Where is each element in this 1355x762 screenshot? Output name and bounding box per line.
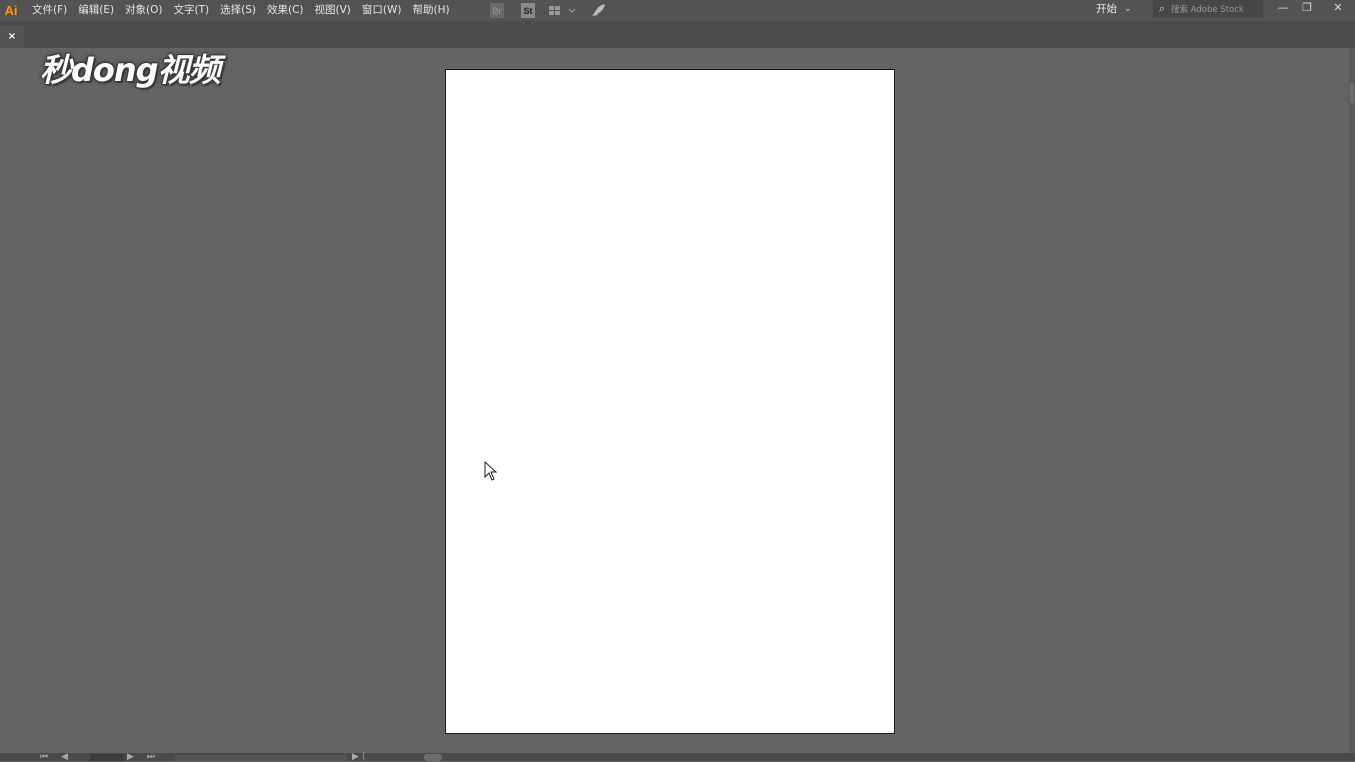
status-bar: ⏮ ◀ ▶ ⏭ ▶ ⟨ — [0, 753, 1355, 762]
horizontal-scrollbar-thumb[interactable] — [424, 754, 442, 761]
menu-edit[interactable]: 编辑(E) — [75, 0, 120, 21]
bridge-button[interactable]: Br — [490, 3, 504, 18]
status-info-field[interactable] — [175, 755, 347, 761]
stock-search-field[interactable]: ⌕ 搜索 Adobe Stock — [1153, 0, 1263, 17]
menu-file[interactable]: 文件(F) — [29, 0, 73, 21]
watermark-logo: 秒dong视频 — [40, 51, 221, 89]
artboard[interactable] — [445, 69, 895, 734]
minimize-button[interactable]: — — [1273, 0, 1293, 14]
vertical-scrollbar[interactable] — [1349, 48, 1355, 753]
document-tab-bar: × — [0, 21, 1355, 48]
search-icon: ⌕ — [1158, 1, 1166, 15]
arrange-documents-icon[interactable] — [548, 3, 576, 18]
document-tab-close-button[interactable]: × — [0, 25, 24, 48]
vertical-scrollbar-thumb[interactable] — [1350, 83, 1354, 103]
menu-help[interactable]: 帮助(H) — [410, 0, 456, 21]
menu-view[interactable]: 视图(V) — [312, 0, 357, 21]
menu-bar: Ai 文件(F) 编辑(E) 对象(O) 文字(T) 选择(S) 效果(C) 视… — [0, 0, 1355, 21]
menu-type[interactable]: 文字(T) — [171, 0, 216, 21]
close-button[interactable]: ✕ — [1328, 0, 1348, 14]
app-logo: Ai — [4, 3, 18, 18]
menu-list: 文件(F) 编辑(E) 对象(O) 文字(T) 选择(S) 效果(C) 视图(V… — [29, 0, 458, 21]
search-placeholder: 搜索 Adobe Stock — [1171, 4, 1244, 15]
artboard-prev-nav[interactable]: ⏮ ◀ — [40, 753, 73, 762]
menu-window[interactable]: 窗口(W) — [359, 0, 408, 21]
restore-button[interactable]: ❐ — [1297, 0, 1317, 14]
mouse-cursor-icon — [484, 461, 498, 481]
status-play-icon[interactable]: ▶ ⟨ — [352, 753, 365, 762]
workspace-switcher[interactable]: 开始 ⌄ — [1096, 0, 1132, 17]
menu-object[interactable]: 对象(O) — [122, 0, 168, 21]
artboard-next-nav[interactable]: ▶ ⏭ — [127, 753, 160, 762]
menu-effect[interactable]: 效果(C) — [264, 0, 310, 21]
chevron-down-icon: ⌄ — [1124, 3, 1132, 14]
stock-button[interactable]: St — [521, 3, 535, 18]
menu-select[interactable]: 选择(S) — [217, 0, 262, 21]
artboard-number-field[interactable] — [90, 754, 124, 761]
gpu-performance-icon[interactable] — [590, 3, 606, 18]
workspace-label: 开始 — [1096, 3, 1117, 15]
